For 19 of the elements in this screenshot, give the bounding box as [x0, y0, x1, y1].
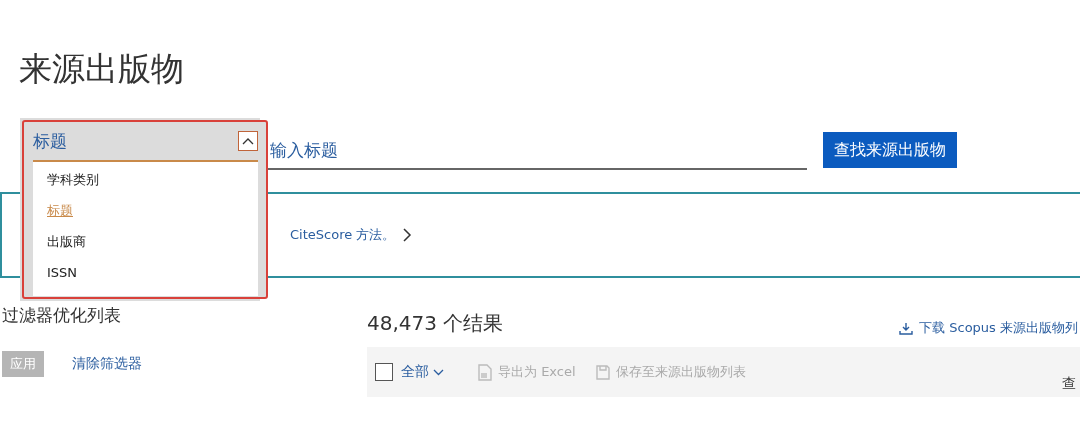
dropdown-option[interactable]: 出版商 [33, 226, 258, 257]
caret-icon [238, 131, 258, 151]
view-label: 查 [1062, 375, 1076, 393]
results-count: 48,473 个结果 [367, 310, 504, 337]
chevron-right-icon[interactable] [403, 228, 413, 242]
clear-filters-link[interactable]: 清除筛选器 [72, 355, 142, 373]
select-all-checkbox[interactable] [375, 363, 393, 381]
spreadsheet-file-icon [478, 363, 492, 381]
download-list-link[interactable]: 下载 Scopus 来源出版物列 [899, 319, 1078, 337]
download-icon [899, 321, 914, 335]
chevron-down-icon [433, 368, 444, 376]
find-sources-button[interactable]: 查找来源出版物 [823, 132, 957, 168]
save-icon [595, 364, 610, 380]
dropdown-option[interactable]: ISSN [33, 257, 258, 288]
banner-text: CiteScore 方法。 [290, 226, 396, 244]
dropdown-option[interactable]: 学科类别 [33, 164, 258, 195]
page-title: 来源出版物 [18, 48, 185, 90]
filter-title: 过滤器优化列表 [1, 304, 122, 327]
select-all-dropdown[interactable]: 全部 [397, 363, 448, 381]
